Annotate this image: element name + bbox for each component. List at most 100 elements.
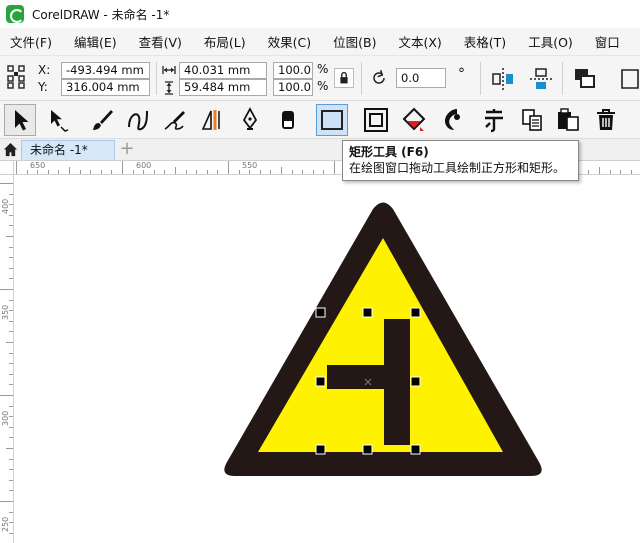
group-objects-icon[interactable]	[572, 66, 598, 92]
ruler-label: 350	[1, 304, 10, 320]
shape-options-icon[interactable]	[614, 66, 640, 92]
menu-edit[interactable]: 编辑(E)	[63, 32, 128, 51]
menu-view[interactable]: 查看(V)	[128, 32, 193, 51]
ruler-tick	[217, 170, 219, 174]
ruler-label: 550	[242, 161, 258, 170]
ruler-label: 650	[30, 161, 46, 170]
ruler-tick	[9, 532, 13, 534]
home-tab[interactable]	[0, 139, 20, 160]
home-icon	[3, 142, 17, 157]
selection-handle	[410, 376, 421, 387]
menu-window[interactable]: 窗口	[584, 32, 631, 51]
rectangle-tool[interactable]	[316, 104, 348, 136]
pick-tool[interactable]	[4, 104, 36, 136]
ruler-tick	[26, 170, 28, 174]
ruler-tick	[249, 170, 251, 174]
delete-tool[interactable]	[590, 104, 622, 136]
copy-icon	[522, 109, 542, 131]
menu-bitmaps[interactable]: 位图(B)	[322, 32, 387, 51]
warning-sign-artwork	[224, 202, 542, 476]
trash-icon	[597, 109, 615, 130]
ruler-tick	[37, 170, 39, 174]
menu-table[interactable]: 表格(T)	[453, 32, 517, 51]
ruler-tick	[9, 331, 13, 333]
ruler-tick	[9, 193, 13, 195]
height-field[interactable]: 59.484 mm	[179, 79, 267, 96]
effects-tool[interactable]	[436, 104, 468, 136]
ruler-origin[interactable]	[0, 161, 14, 175]
curve-icon	[128, 110, 148, 131]
ruler-tick	[9, 479, 13, 481]
ruler-tick	[259, 170, 261, 174]
x-position-field[interactable]: -493.494 mm	[61, 62, 150, 79]
ruler-tick	[9, 246, 13, 248]
text-tool[interactable]	[478, 104, 510, 136]
scale-y-field[interactable]: 100.0	[273, 79, 313, 96]
ruler-tick	[58, 170, 60, 174]
menu-text[interactable]: 文本(X)	[387, 32, 452, 51]
scale-x-field[interactable]: 100.0	[273, 62, 313, 79]
ruler-tick	[9, 373, 13, 375]
title-bar: CorelDRAW - 未命名 -1*	[0, 0, 640, 28]
copy-tool[interactable]	[516, 104, 548, 136]
ruler-tick	[9, 416, 13, 418]
selection-handle	[315, 444, 326, 455]
artistic-media-tool[interactable]	[86, 104, 118, 136]
separator	[480, 62, 481, 95]
object-origin-icon[interactable]	[6, 64, 28, 90]
ruler-label: 300	[1, 410, 10, 426]
ruler-tick	[291, 170, 293, 174]
drawing-canvas[interactable]	[15, 176, 640, 543]
selection-handle	[362, 444, 373, 455]
dimension-tool[interactable]	[196, 104, 228, 136]
y-position-field[interactable]: 316.004 mm	[61, 79, 150, 96]
rotate-icon	[373, 69, 385, 84]
separator	[361, 62, 362, 95]
width-icon	[162, 66, 176, 74]
menu-layout[interactable]: 布局(L)	[193, 32, 257, 51]
toolbox	[0, 101, 640, 139]
intersection-bar-horizontal	[327, 365, 388, 389]
eraser-tool[interactable]	[272, 104, 304, 136]
smart-drawing-tool[interactable]	[158, 104, 190, 136]
interactive-fill-tool[interactable]	[398, 104, 430, 136]
ruler-tick	[175, 167, 176, 174]
mirror-horizontal-icon[interactable]	[490, 66, 516, 92]
contour-tool[interactable]	[360, 104, 392, 136]
ruler-tick	[588, 170, 590, 174]
height-icon	[165, 81, 173, 95]
ruler-tick	[196, 170, 198, 174]
shape-tool[interactable]	[42, 104, 74, 136]
lock-ratio-button[interactable]	[334, 68, 354, 88]
x-label: X:	[38, 63, 51, 77]
ruler-tick	[206, 170, 208, 174]
degree-label: °	[458, 66, 465, 82]
selection-handle	[362, 307, 373, 318]
ruler-tick	[228, 161, 229, 174]
paste-tool[interactable]	[552, 104, 584, 136]
tab-document[interactable]: 未命名 -1*	[21, 140, 115, 160]
vertical-ruler[interactable]: 400 350 300 250	[0, 175, 14, 543]
ruler-tick	[0, 501, 13, 502]
rotation-field[interactable]: 0.0	[396, 68, 446, 88]
ruler-tick	[609, 170, 611, 174]
ruler-tick	[185, 170, 187, 174]
ruler-label: 600	[136, 161, 152, 170]
ruler-tick	[9, 490, 13, 492]
menu-tools[interactable]: 工具(O)	[517, 32, 584, 51]
ruler-tick	[9, 299, 13, 301]
separator	[562, 62, 563, 95]
freehand-tool[interactable]	[122, 104, 154, 136]
ruler-tick	[238, 170, 240, 174]
add-tab-button[interactable]: +	[118, 140, 136, 159]
menu-file[interactable]: 文件(F)	[0, 32, 63, 51]
menu-effects[interactable]: 效果(C)	[257, 32, 322, 51]
intersection-bar-vertical	[384, 319, 410, 445]
window-title: CorelDRAW - 未命名 -1*	[32, 7, 170, 22]
mirror-vertical-icon[interactable]	[528, 66, 554, 92]
pen-tool[interactable]	[234, 104, 266, 136]
ruler-tick	[620, 170, 622, 174]
width-field[interactable]: 40.031 mm	[179, 62, 267, 79]
property-bar: X: Y: -493.494 mm 316.004 mm 40.031 mm 5…	[0, 56, 640, 101]
ruler-tick	[164, 170, 166, 174]
